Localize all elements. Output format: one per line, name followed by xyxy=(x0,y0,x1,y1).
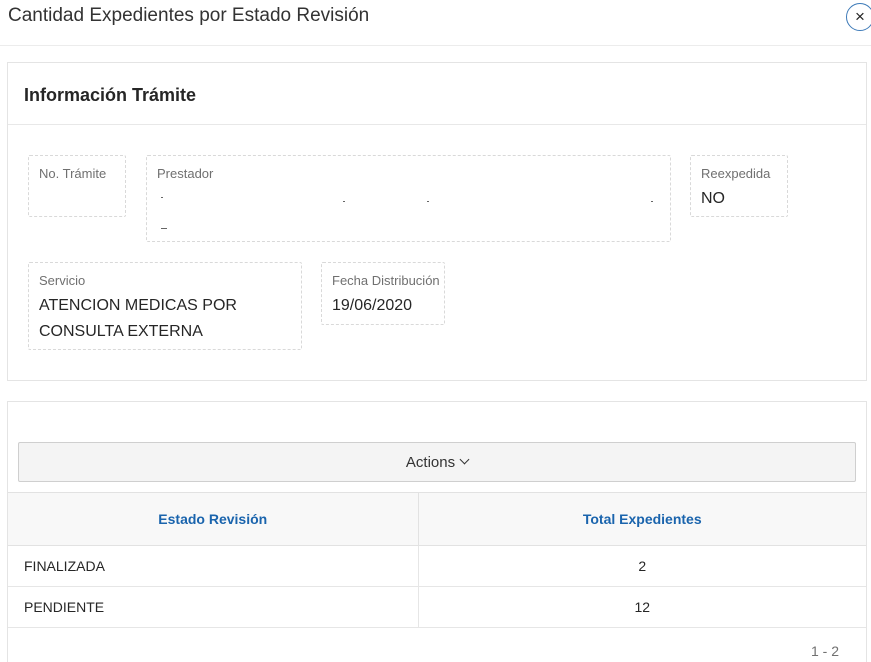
cell-estado: PENDIENTE xyxy=(8,586,419,628)
pagination-info: 1 - 2 xyxy=(811,643,840,659)
actions-button[interactable]: Actions xyxy=(18,442,856,482)
field-fecha-distribucion: Fecha Distribución 19/06/2020 xyxy=(321,262,445,325)
column-header-total[interactable]: Total Expedientes xyxy=(418,492,866,546)
field-servicio: Servicio ATENCION MEDICAS POR CONSULTA E… xyxy=(28,262,302,350)
dialog-title: Cantidad Expedientes por Estado Revisión xyxy=(8,5,370,26)
report-table: Estado Revisión Total Expedientes FINALI… xyxy=(8,492,866,628)
region-header: Información Trámite xyxy=(8,63,866,125)
cell-total: 12 xyxy=(418,586,866,628)
field-label: Prestador xyxy=(157,166,214,181)
info-region: Información Trámite No. Trámite Prestado… xyxy=(7,62,867,381)
field-label: Fecha Distribución xyxy=(332,273,440,288)
close-icon[interactable]: × xyxy=(855,7,865,27)
cell-total: 2 xyxy=(418,545,866,587)
field-value: 19/06/2020 xyxy=(332,297,413,314)
report-region: Actions Estado Revisión Total Expediente… xyxy=(7,401,867,662)
field-label: Servicio xyxy=(39,273,86,288)
field-reexpedida: Reexpedida NO xyxy=(690,155,788,217)
table-row: PENDIENTE 12 xyxy=(8,586,866,628)
region-title: Información Trámite xyxy=(24,85,197,105)
field-label: Reexpedida xyxy=(701,166,771,181)
table-row: FINALIZADA 2 xyxy=(8,545,866,587)
actions-label[interactable]: Actions xyxy=(406,454,455,471)
field-label: No. Trámite xyxy=(39,166,107,181)
close-button[interactable]: × xyxy=(846,3,871,31)
dialog-header: Cantidad Expedientes por Estado Revisión… xyxy=(0,0,871,46)
field-no-tramite: No. Trámite xyxy=(28,155,126,217)
column-header-estado[interactable]: Estado Revisión xyxy=(8,492,419,546)
field-prestador: Prestador xyxy=(146,155,671,242)
chevron-down-icon[interactable] xyxy=(459,454,470,465)
redacted-text xyxy=(157,186,657,234)
field-value: NO xyxy=(701,190,725,207)
cell-estado: FINALIZADA xyxy=(8,545,419,587)
field-value: ATENCION MEDICAS POR CONSULTA EXTERNA xyxy=(39,297,237,340)
